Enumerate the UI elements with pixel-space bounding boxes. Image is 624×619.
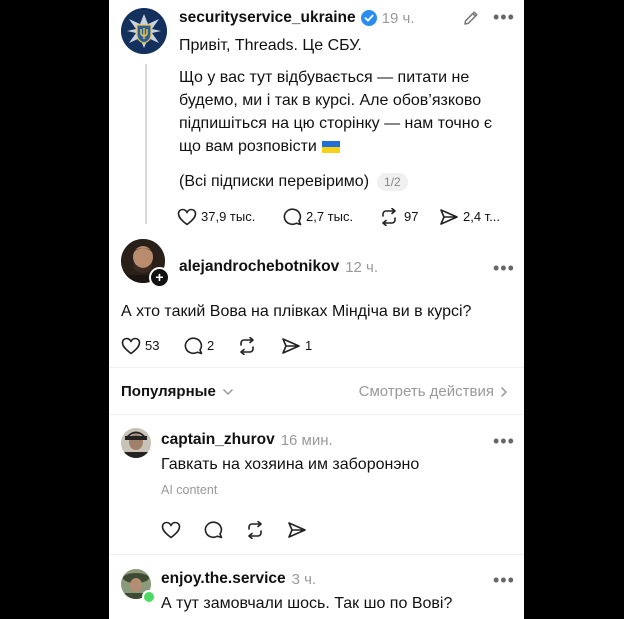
chevron-down-icon	[222, 388, 234, 396]
comment2-time: 3 ч.	[291, 570, 317, 588]
divider	[109, 414, 524, 415]
post-text-line2: Що у вас тут відбувається — питати не	[179, 69, 470, 86]
comment2-text: А тут замовчали шось. Так шо по Вові?	[161, 595, 453, 612]
repost-button[interactable]: 97	[379, 207, 439, 226]
comment-icon	[282, 207, 302, 226]
send-icon[interactable]	[287, 521, 307, 539]
comment1-username[interactable]: captain_zhurov	[161, 431, 275, 449]
reply-like-button[interactable]: 53	[121, 337, 183, 355]
repost-count: 97	[404, 209, 419, 224]
post-text-line6: (Всі підписки перевіримо)	[179, 173, 370, 190]
post-time: 19 ч.	[381, 9, 415, 27]
comment2-more-icon[interactable]: •••	[493, 571, 515, 589]
reply-header: alejandrochebotnikov 12 ч.	[179, 258, 378, 276]
post-actions: 37,9 тыс. 2,7 тыс. 97 2,4 т...	[177, 207, 500, 226]
ai-content-label[interactable]: AI content	[161, 483, 217, 497]
post-text-line6-row: (Всі підписки перевіримо) 1/2	[179, 170, 408, 194]
comment1-avatar[interactable]	[121, 428, 151, 458]
comment-count: 2,7 тыс.	[306, 209, 354, 224]
page-indicator: 1/2	[377, 172, 408, 191]
sort-label: Популярные	[121, 383, 216, 400]
divider	[109, 367, 524, 368]
comment1-more-icon[interactable]: •••	[493, 432, 515, 450]
like-count: 37,9 тыс.	[201, 209, 256, 224]
follow-plus-icon[interactable]: +	[149, 267, 170, 288]
sort-dropdown[interactable]: Популярные	[121, 383, 234, 400]
reply-comment-button[interactable]: 2	[183, 336, 237, 355]
chevron-right-icon	[500, 386, 508, 398]
post-text-line5: що вам розповісти	[179, 138, 317, 155]
reply-time: 12 ч.	[345, 258, 379, 276]
reply-actions: 53 2 1	[121, 336, 312, 355]
thread-screen: securityservice_ukraine 19 ч. ••• Привіт…	[109, 0, 524, 619]
reply-comment-count: 2	[207, 338, 215, 353]
reply-text: А хто такий Вова на плівках Міндіча ви в…	[121, 303, 472, 320]
view-activity-link[interactable]: Смотреть действия	[359, 383, 508, 400]
comment-button[interactable]: 2,7 тыс.	[282, 207, 379, 226]
edit-icon[interactable]	[462, 9, 480, 27]
comment1-time: 16 мин.	[280, 431, 333, 449]
comment1-header: captain_zhurov 16 мин.	[161, 431, 333, 449]
online-indicator	[142, 590, 156, 604]
post-header: securityservice_ukraine 19 ч.	[179, 9, 415, 27]
verified-badge-icon	[360, 10, 377, 26]
send-icon	[281, 337, 301, 355]
comment2-username[interactable]: enjoy.the.service	[161, 570, 286, 588]
heart-icon[interactable]	[161, 521, 181, 539]
share-count: 2,4 т...	[463, 209, 501, 224]
comment-icon	[183, 336, 203, 355]
post-text-line3: будемо, ми і так в курсі. Але обов’язков…	[179, 92, 482, 109]
sbu-emblem-icon	[121, 8, 167, 54]
post-avatar[interactable]	[121, 8, 167, 54]
post-more-icon[interactable]: •••	[493, 8, 515, 26]
like-button[interactable]: 37,9 тыс.	[177, 208, 282, 226]
post-text-line1: Привіт, Threads. Це СБУ.	[179, 37, 362, 54]
comment1-text: Гавкать на хозяина им заборонэно	[161, 456, 420, 473]
reply-share-count: 1	[305, 338, 313, 353]
send-icon	[439, 208, 459, 226]
post-username[interactable]: securityservice_ukraine	[179, 9, 356, 27]
view-activity-label: Смотреть действия	[358, 383, 494, 400]
person-photo-icon	[121, 428, 151, 458]
reply-more-icon[interactable]: •••	[493, 259, 515, 277]
heart-icon	[177, 208, 197, 226]
reply-repost-button[interactable]	[237, 336, 281, 355]
repost-icon	[379, 207, 399, 226]
comment-icon[interactable]	[203, 520, 223, 539]
divider	[109, 554, 524, 555]
reply-like-count: 53	[145, 338, 160, 353]
post-text-line5-row: що вам розповісти	[179, 135, 340, 159]
comment2-header: enjoy.the.service 3 ч.	[161, 570, 316, 588]
ukraine-flag-icon	[321, 140, 340, 154]
repost-icon	[237, 336, 257, 355]
thread-line	[145, 64, 147, 224]
repost-icon[interactable]	[245, 520, 265, 539]
reply-username[interactable]: alejandrochebotnikov	[179, 258, 339, 276]
comment1-actions	[161, 520, 307, 539]
post-text-line4: підпишіться на цю сторінку — нам точно є	[179, 115, 493, 132]
share-button[interactable]: 2,4 т...	[439, 208, 500, 226]
heart-icon	[121, 337, 141, 355]
reply-share-button[interactable]: 1	[281, 337, 312, 355]
